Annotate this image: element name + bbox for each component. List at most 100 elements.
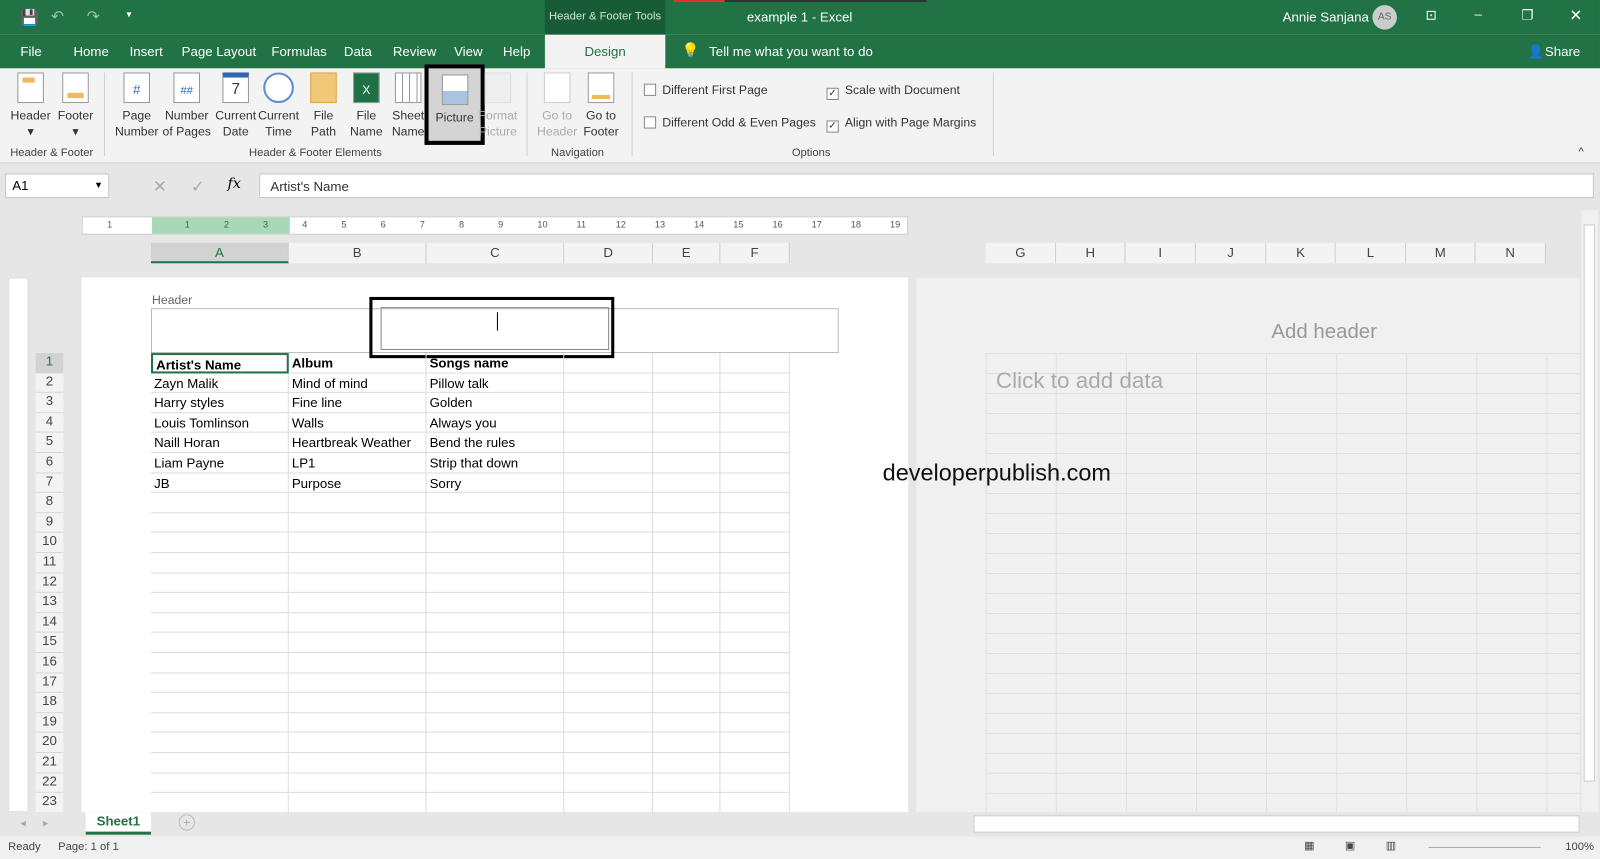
- row-header[interactable]: 9: [35, 513, 64, 534]
- table-cell[interactable]: [426, 553, 565, 574]
- table-cell[interactable]: [653, 613, 721, 634]
- table-cell[interactable]: [720, 573, 790, 594]
- tab-formulas[interactable]: Formulas: [271, 44, 326, 59]
- table-cell[interactable]: [288, 753, 427, 774]
- restore-button[interactable]: ❐: [1521, 7, 1533, 23]
- row-header[interactable]: 12: [35, 573, 64, 594]
- row-header[interactable]: 18: [35, 693, 64, 714]
- table-header-cell[interactable]: Artist's Name: [151, 353, 289, 374]
- undo-icon[interactable]: ↶: [51, 7, 64, 25]
- table-cell[interactable]: [653, 493, 721, 514]
- tab-insert[interactable]: Insert: [130, 44, 163, 59]
- table-cell[interactable]: [426, 733, 565, 754]
- column-header-n[interactable]: N: [1475, 242, 1546, 264]
- enter-icon[interactable]: ✓: [191, 177, 205, 197]
- table-cell[interactable]: [151, 553, 289, 574]
- table-cell[interactable]: [151, 793, 289, 814]
- column-header-f[interactable]: F: [720, 242, 790, 264]
- table-cell[interactable]: [288, 533, 427, 554]
- table-cell[interactable]: [720, 493, 790, 514]
- current-time-button[interactable]: Current Time: [256, 72, 301, 139]
- save-icon[interactable]: 💾: [20, 8, 39, 26]
- table-cell[interactable]: [426, 613, 565, 634]
- row-header[interactable]: 17: [35, 673, 64, 694]
- table-cell[interactable]: [426, 593, 565, 614]
- table-cell[interactable]: [653, 653, 721, 674]
- table-cell[interactable]: [426, 753, 565, 774]
- vertical-scrollbar[interactable]: [1581, 210, 1598, 813]
- share-icon[interactable]: 👤: [1528, 44, 1545, 60]
- align-with-margins-checkbox[interactable]: ✓ Align with Page Margins: [826, 115, 976, 133]
- row-header[interactable]: 1: [35, 353, 64, 374]
- column-header-h[interactable]: H: [1056, 242, 1126, 264]
- row-header[interactable]: 5: [35, 433, 64, 454]
- table-cell[interactable]: [720, 633, 790, 654]
- row-header[interactable]: 3: [35, 393, 64, 414]
- table-cell[interactable]: [564, 393, 654, 414]
- table-cell[interactable]: Mind of mind: [288, 373, 427, 394]
- table-cell[interactable]: [720, 653, 790, 674]
- table-header-cell[interactable]: [564, 353, 654, 374]
- header-button[interactable]: Header ▾: [8, 72, 53, 139]
- table-cell[interactable]: LP1: [288, 453, 427, 474]
- table-cell[interactable]: [564, 453, 654, 474]
- table-cell[interactable]: Sorry: [426, 473, 565, 494]
- page-break-view-icon[interactable]: ▥: [1386, 839, 1397, 852]
- row-header[interactable]: 21: [35, 753, 64, 774]
- table-cell[interactable]: [288, 733, 427, 754]
- table-cell[interactable]: [564, 613, 654, 634]
- table-cell[interactable]: [564, 633, 654, 654]
- table-cell[interactable]: [151, 773, 289, 794]
- row-header[interactable]: 20: [35, 733, 64, 754]
- table-cell[interactable]: Strip that down: [426, 453, 565, 474]
- table-cell[interactable]: [653, 593, 721, 614]
- table-cell[interactable]: [151, 593, 289, 614]
- table-cell[interactable]: [426, 673, 565, 694]
- table-cell[interactable]: [151, 533, 289, 554]
- row-header[interactable]: 6: [35, 453, 64, 474]
- table-header-cell[interactable]: [653, 353, 721, 374]
- table-cell[interactable]: [653, 773, 721, 794]
- table-cell[interactable]: [720, 713, 790, 734]
- tell-me-search[interactable]: Tell me what you want to do: [709, 44, 873, 59]
- table-cell[interactable]: [564, 753, 654, 774]
- column-header-k[interactable]: K: [1266, 242, 1336, 264]
- column-header-e[interactable]: E: [653, 242, 721, 264]
- row-header[interactable]: 16: [35, 653, 64, 674]
- table-cell[interactable]: Heartbreak Weather: [288, 433, 427, 454]
- row-header[interactable]: 4: [35, 413, 64, 434]
- file-name-button[interactable]: X File Name: [344, 72, 389, 139]
- table-cell[interactable]: Golden: [426, 393, 565, 414]
- table-cell[interactable]: [720, 513, 790, 534]
- table-cell[interactable]: [653, 713, 721, 734]
- table-cell[interactable]: Purpose: [288, 473, 427, 494]
- table-cell[interactable]: [653, 793, 721, 814]
- number-of-pages-button[interactable]: ## Number of Pages: [159, 72, 214, 139]
- table-cell[interactable]: [653, 453, 721, 474]
- column-header-g[interactable]: G: [985, 242, 1057, 264]
- user-name[interactable]: Annie Sanjana: [1283, 9, 1369, 24]
- ribbon-display-icon[interactable]: ⊡: [1425, 7, 1436, 23]
- tab-view[interactable]: View: [454, 44, 483, 59]
- table-cell[interactable]: [288, 773, 427, 794]
- footer-button[interactable]: Footer ▾: [53, 72, 98, 139]
- column-header-b[interactable]: B: [288, 242, 427, 264]
- table-cell[interactable]: [653, 573, 721, 594]
- table-cell[interactable]: [720, 593, 790, 614]
- tab-file[interactable]: File: [20, 44, 41, 59]
- table-cell[interactable]: [426, 513, 565, 534]
- table-cell[interactable]: [426, 793, 565, 814]
- row-header[interactable]: 19: [35, 713, 64, 734]
- table-cell[interactable]: Zayn Malik: [151, 373, 289, 394]
- table-header-cell[interactable]: Album: [288, 353, 427, 374]
- table-cell[interactable]: [720, 673, 790, 694]
- table-cell[interactable]: Walls: [288, 413, 427, 434]
- table-cell[interactable]: [653, 373, 721, 394]
- table-cell[interactable]: [564, 413, 654, 434]
- table-cell[interactable]: Always you: [426, 413, 565, 434]
- table-cell[interactable]: [720, 393, 790, 414]
- row-header[interactable]: 11: [35, 553, 64, 574]
- table-cell[interactable]: [151, 613, 289, 634]
- page-number-button[interactable]: # Page Number: [114, 72, 159, 139]
- row-header[interactable]: 7: [35, 473, 64, 494]
